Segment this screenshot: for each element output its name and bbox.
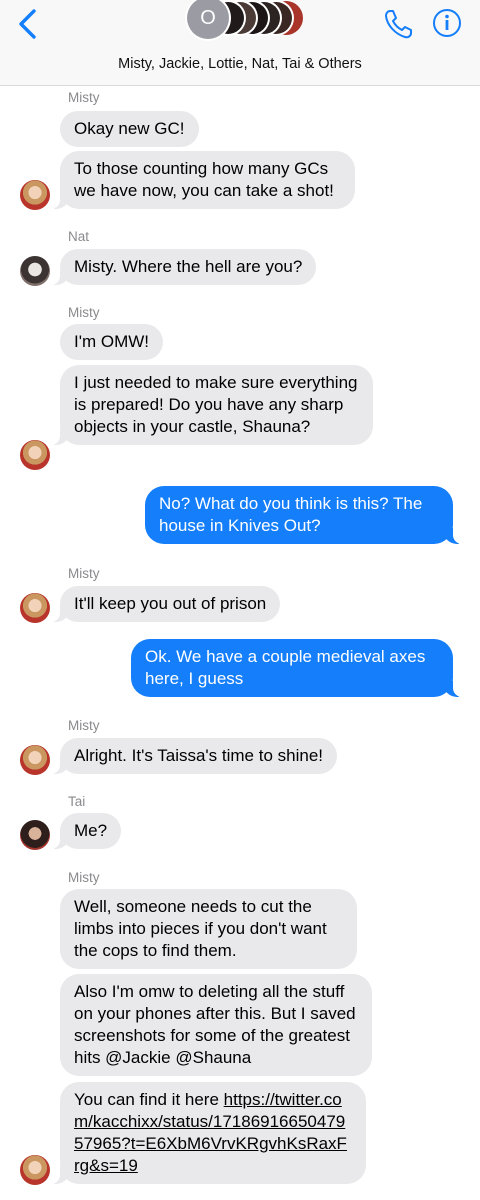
avatar-misty[interactable] <box>20 745 50 775</box>
sender-name: Misty <box>68 718 100 733</box>
message-text: Well, someone needs to cut the limbs int… <box>74 897 327 960</box>
message-text: Alright. It's Taissa's time to shine! <box>74 746 323 765</box>
message-text: Misty. Where the hell are you? <box>74 257 303 276</box>
message-text: Ok. We have a couple medieval axes here,… <box>145 647 426 688</box>
message-bubble-incoming[interactable]: Okay new GC! <box>60 111 199 147</box>
message-bubble-incoming[interactable]: Me? <box>49 813 122 849</box>
sender-name: Tai <box>68 794 86 809</box>
message-bubble-outgoing[interactable]: Ok. We have a couple medieval axes here,… <box>131 639 463 697</box>
message-text: No? What do you think is this? The house… <box>159 494 423 535</box>
group-avatar-initial: O <box>200 7 216 29</box>
message-bubble-incoming[interactable]: It'll keep you out of prison <box>49 586 281 622</box>
message-text: To those counting how many GCs we have n… <box>74 159 334 200</box>
message-thread[interactable]: Misty Okay new GC! To those counting how… <box>0 86 480 1200</box>
message-text: I'm OMW! <box>74 332 150 351</box>
message-bubble-incoming[interactable]: I'm OMW! <box>60 324 164 360</box>
info-icon[interactable] <box>432 8 462 38</box>
message-bubble-incoming[interactable]: Well, someone needs to cut the limbs int… <box>60 889 357 969</box>
message-text: You can find it here <box>74 1090 224 1109</box>
sender-name: Misty <box>68 305 100 320</box>
sender-name: Misty <box>68 90 100 105</box>
message-text: I just needed to make sure everything is… <box>74 373 358 436</box>
message-bubble-incoming[interactable]: You can find it here https://twitter.com… <box>50 1082 366 1184</box>
group-title[interactable]: Misty, Jackie, Lottie, Nat, Tai & Others <box>0 56 480 72</box>
avatar-misty[interactable] <box>20 1155 50 1185</box>
message-bubble-incoming[interactable]: Also I'm omw to deleting all the stuff o… <box>60 974 372 1076</box>
message-bubble-outgoing[interactable]: No? What do you think is this? The house… <box>145 486 463 544</box>
avatar-tai[interactable] <box>20 820 50 850</box>
avatar-misty[interactable] <box>20 180 50 210</box>
sender-name: Misty <box>68 566 100 581</box>
avatar-misty[interactable] <box>20 593 50 623</box>
conversation-header: O Misty, Jackie, Lottie, Nat, Tai & Othe… <box>0 0 480 86</box>
message-text: Also I'm omw to deleting all the stuff o… <box>74 982 356 1067</box>
message-bubble-incoming[interactable]: To those counting how many GCs we have n… <box>50 151 355 209</box>
message-bubble-incoming[interactable]: Misty. Where the hell are you? <box>49 249 317 285</box>
message-text: Okay new GC! <box>74 119 185 138</box>
sender-name: Nat <box>68 229 90 244</box>
sender-name: Misty <box>68 870 100 885</box>
message-text: It'll keep you out of prison <box>74 594 267 613</box>
avatar-nat[interactable] <box>20 256 50 286</box>
message-bubble-incoming[interactable]: I just needed to make sure everything is… <box>50 365 373 445</box>
avatar-misty[interactable] <box>20 440 50 470</box>
message-bubble-incoming[interactable]: Alright. It's Taissa's time to shine! <box>50 738 337 774</box>
back-chevron-icon[interactable] <box>14 6 44 42</box>
phone-icon[interactable] <box>383 8 413 40</box>
message-text: Me? <box>74 821 108 840</box>
